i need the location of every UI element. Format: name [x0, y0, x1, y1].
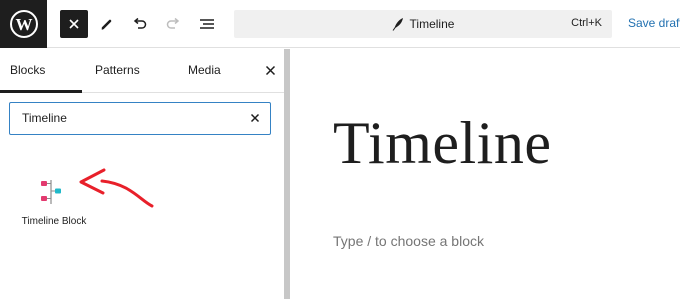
block-inserter-panel: Blocks Patterns Media Timeline Block	[0, 49, 290, 299]
close-inserter-button[interactable]	[60, 10, 88, 38]
feather-icon	[392, 18, 403, 31]
close-icon	[265, 65, 275, 75]
inserter-tabs: Blocks Patterns Media	[0, 49, 290, 93]
block-result-label: Timeline Block	[21, 216, 87, 227]
close-icon	[69, 19, 79, 29]
list-view-icon	[200, 19, 214, 29]
sidebar-scrollbar[interactable]	[284, 49, 290, 299]
tab-media[interactable]: Media	[188, 63, 221, 77]
active-tab-indicator	[0, 90, 82, 93]
curved-arrow-icon	[79, 168, 154, 208]
save-draft-button[interactable]: Save draft	[628, 16, 680, 30]
wordpress-logo-button[interactable]: W	[0, 0, 47, 48]
keyboard-shortcut: Ctrl+K	[571, 17, 602, 29]
tab-blocks[interactable]: Blocks	[10, 63, 45, 77]
block-appender-placeholder[interactable]: Type / to choose a block	[333, 233, 484, 249]
list-view-button[interactable]	[193, 10, 221, 38]
tools-button[interactable]	[93, 10, 121, 38]
tab-patterns[interactable]: Patterns	[95, 63, 140, 77]
post-title[interactable]: Timeline	[333, 109, 551, 178]
document-title: Timeline	[409, 17, 455, 31]
redo-icon	[166, 17, 180, 29]
block-search-input[interactable]	[22, 111, 222, 125]
top-toolbar: W Timeline Ctrl+K Save draft	[0, 0, 680, 48]
redo-button[interactable]	[159, 10, 187, 38]
close-icon	[250, 113, 260, 123]
svg-text:W: W	[15, 15, 32, 34]
editor-canvas: Timeline Type / to choose a block	[291, 49, 680, 299]
clear-search-button[interactable]	[248, 111, 262, 125]
document-bar[interactable]: Timeline Ctrl+K	[234, 10, 612, 38]
block-search-box[interactable]	[9, 102, 271, 135]
undo-button[interactable]	[126, 10, 154, 38]
document-title-group: Timeline	[234, 10, 612, 38]
pencil-icon	[101, 19, 112, 30]
wordpress-logo-icon: W	[9, 10, 38, 38]
timeline-block-icon	[41, 180, 61, 204]
undo-icon	[133, 17, 147, 29]
close-panel-button[interactable]	[262, 62, 278, 78]
